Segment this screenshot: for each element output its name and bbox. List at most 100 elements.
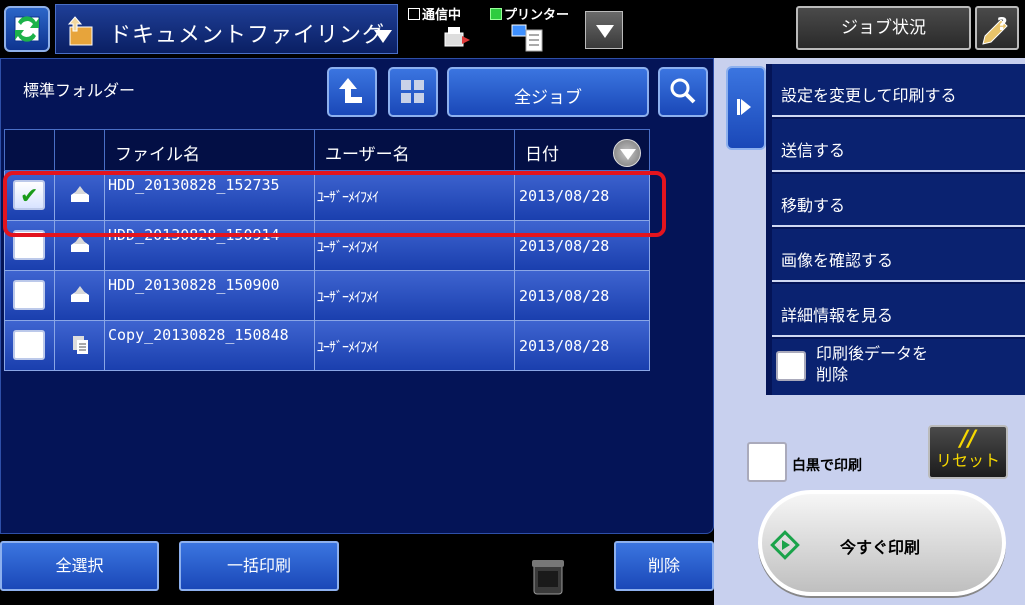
row-user-cell: ﾕｰｻﾞｰﾒｲﾌﾒｲ [315,271,515,320]
header-username[interactable]: ユーザー名 [315,130,515,170]
row-filename: HDD_20130828_150900 [108,276,280,294]
mode-switch-icon [14,16,40,42]
move-action[interactable]: 移動する [772,174,1025,227]
delete-after-print-checkbox[interactable] [776,351,806,381]
details-action[interactable]: 詳細情報を見る [772,284,1025,337]
thumbnail-view-button[interactable] [388,67,438,117]
mode-title: ドキュメントファイリング [109,23,386,48]
chevron-down-icon [620,149,636,160]
screen: ドキュメントファイリング 通信中 プリンター ジョブ状況 ? 標準フォルダー 全… [0,0,1025,605]
print-with-settings-action[interactable]: 設定を変更して印刷する [772,64,1025,117]
status-comm-label: 通信中 [422,8,462,23]
top-bar: ドキュメントファイリング 通信中 プリンター ジョブ状況 ? [0,0,1025,58]
row-user-cell: ﾕｰｻﾞｰﾒｲﾌﾒｲ [315,321,515,370]
chevron-down-icon [374,30,392,43]
row-icon-cell [55,271,105,320]
action-label: 画像を確認する [781,251,894,270]
job-status-button[interactable]: ジョブ状況 [796,6,971,50]
bw-print-checkbox[interactable] [747,442,787,482]
bw-print-label: 白黒で印刷 [792,458,862,474]
play-arrow-icon [741,99,751,115]
row-check-cell[interactable] [5,321,55,370]
status-dropdown-button[interactable] [585,11,623,49]
hdd-file-icon [71,236,89,252]
table-row[interactable]: Copy_20130828_150848 ﾕｰｻﾞｰﾒｲﾌﾒｲ 2013/08/… [4,321,650,371]
table-row[interactable]: HDD_20130828_150900 ﾕｰｻﾞｰﾒｲﾌﾒｲ 2013/08/2… [4,271,650,321]
printer-queue-icon [511,24,543,52]
delete-after-print-line1: 印刷後データを [816,344,929,363]
table-header: ファイル名 ユーザー名 日付 [4,129,650,171]
home-button[interactable] [4,6,50,52]
action-panel: 設定を変更して印刷する 送信する 移動する 画像を確認する 詳細情報を見る 印刷… [714,58,1025,605]
comm-indicator [408,8,420,20]
delete-button[interactable]: 削除 [614,541,714,591]
delete-after-print-label: 印刷後データを 削除 [816,343,928,385]
grid-icon [401,80,424,103]
up-arrow-icon [339,78,362,103]
reset-label: リセット [935,451,1000,470]
preview-image-action[interactable]: 画像を確認する [772,229,1025,282]
row-date: 2013/08/28 [519,237,610,255]
help-icon: ? [982,14,1008,45]
select-all-button[interactable]: 全選択 [0,541,159,591]
folder-label: 標準フォルダー [23,81,136,100]
search-icon [670,78,696,104]
row-filename-cell: Copy_20130828_150848 [105,321,315,370]
row-check-cell[interactable] [5,271,55,320]
hdd-file-icon [71,286,89,302]
up-folder-button[interactable] [327,67,377,117]
header-date-label: 日付 [525,145,559,165]
header-filename-label: ファイル名 [115,145,200,165]
chevron-down-icon [596,25,614,38]
trash-can-icon [532,560,564,595]
all-jobs-button[interactable]: 全ジョブ [447,67,649,117]
delete-after-print-option[interactable]: 印刷後データを 削除 [772,339,1025,395]
start-icon [770,530,800,560]
copy-file-icon [73,336,88,354]
mode-selector[interactable]: ドキュメントファイリング [55,4,398,54]
header-username-label: ユーザー名 [325,145,410,165]
row-checkbox[interactable] [13,330,45,360]
header-date[interactable]: 日付 [515,130,649,170]
sort-button[interactable] [613,139,641,167]
row-date-cell: 2013/08/28 [515,271,649,320]
status-printer: プリンター [490,4,569,23]
status-communication: 通信中 [408,4,461,23]
send-action[interactable]: 送信する [772,119,1025,172]
search-button[interactable] [658,67,708,117]
status-printer-label: プリンター [504,8,570,23]
print-now-label: 今すぐ印刷 [840,538,921,557]
action-label: 詳細情報を見る [781,306,894,325]
action-label: 設定を変更して印刷する [781,86,957,105]
action-label: 移動する [781,196,846,215]
action-label: 送信する [781,141,846,160]
header-filename[interactable]: ファイル名 [105,130,315,170]
header-check-col [5,130,55,170]
row-filename-cell: HDD_20130828_150900 [105,271,315,320]
file-table: ファイル名 ユーザー名 日付 ✔ HDD_20130828_152735 ﾕｰｻ… [4,129,650,371]
selected-row-highlight [3,171,666,237]
row-icon-cell [55,321,105,370]
svg-text:?: ? [997,14,1007,35]
row-date: 2013/08/28 [519,287,610,305]
printer-indicator [490,8,502,20]
print-now-button[interactable]: 今すぐ印刷 [758,490,1006,596]
help-button[interactable]: ? [975,6,1019,50]
collapse-bar [737,99,740,115]
row-checkbox[interactable] [13,280,45,310]
row-filename: Copy_20130828_150848 [108,326,289,344]
batch-print-button[interactable]: 一括印刷 [179,541,339,591]
row-user: ﾕｰｻﾞｰﾒｲﾌﾒｲ [317,240,379,256]
reset-icon: // [959,427,977,452]
header-icon-col [55,130,105,170]
row-date-cell: 2013/08/28 [515,321,649,370]
delete-after-print-line2: 削除 [816,365,849,384]
document-filing-icon [67,16,93,46]
action-list: 設定を変更して印刷する 送信する 移動する 画像を確認する 詳細情報を見る 印刷… [766,64,1025,395]
reset-button[interactable]: // リセット [928,425,1008,479]
all-jobs-label: 全ジョブ [514,88,582,108]
fax-machine-icon [444,27,470,47]
row-date: 2013/08/28 [519,337,610,355]
file-list-panel: 標準フォルダー 全ジョブ ファイル名 ユーザー名 日付 ✔ HDD_201308… [0,58,714,534]
collapse-panel-tab[interactable] [726,66,766,150]
